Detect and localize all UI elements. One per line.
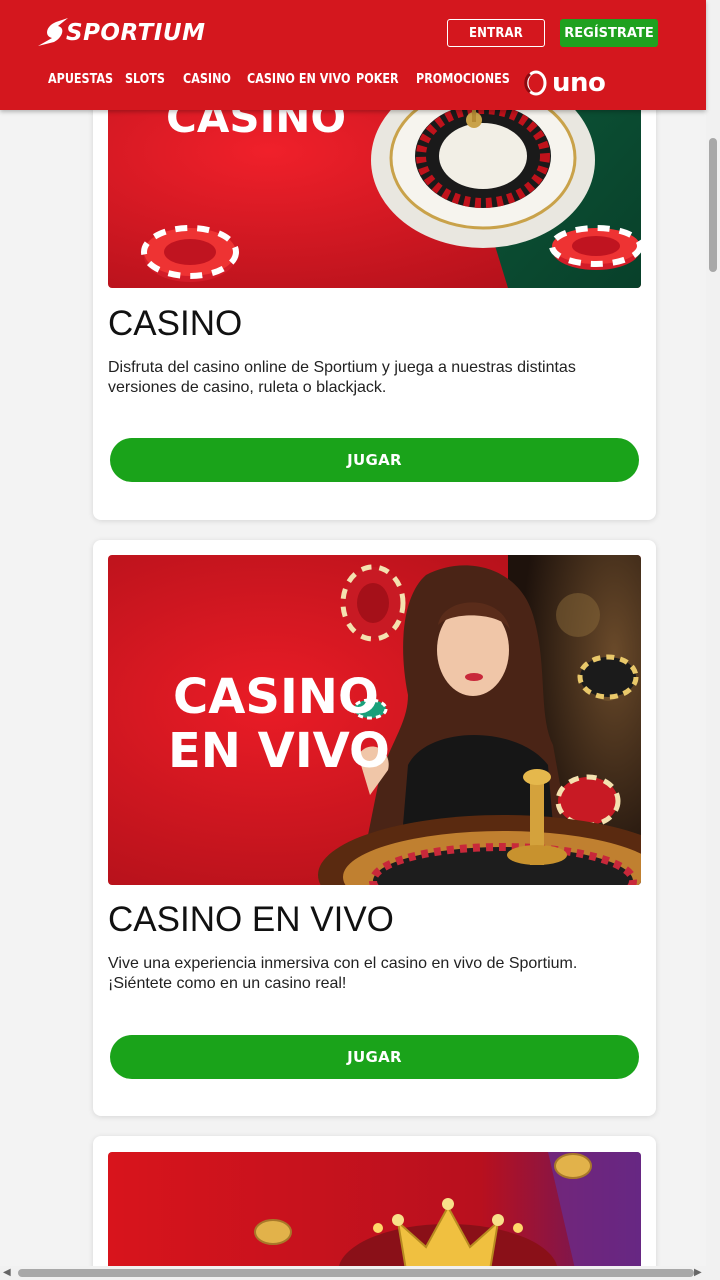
nav-item-promociones[interactable]: PROMOCIONES: [416, 72, 510, 87]
vertical-scrollbar-thumb[interactable]: [709, 138, 717, 272]
site-header: SPORTIUM ENTRAR REGÍSTRATE APUESTAS SLOT…: [0, 0, 706, 110]
logo-text: SPORTIUM: [66, 20, 206, 46]
nav-item-casino[interactable]: CASINO: [183, 72, 231, 87]
sportium-logo[interactable]: SPORTIUM: [36, 16, 205, 50]
login-button[interactable]: ENTRAR: [447, 19, 545, 47]
promo-card: [93, 1136, 656, 1280]
play-button[interactable]: JUGAR: [110, 1035, 639, 1079]
banner-text-line1: CASINO: [173, 669, 379, 725]
live-casino-banner-image: CASINO EN VIVO: [108, 555, 641, 885]
nav-item-casino-en-vivo[interactable]: CASINO EN VIVO: [247, 72, 350, 87]
horizontal-scrollbar-thumb[interactable]: [18, 1269, 694, 1277]
live-casino-card: CASINO EN VIVO CASINO EN VIVO Vive una e…: [93, 540, 656, 1116]
scroll-left-arrow-icon[interactable]: ◀: [3, 1268, 11, 1278]
uno-logo-text: uno: [552, 68, 606, 98]
nav-item-apuestas[interactable]: APUESTAS: [48, 72, 113, 87]
register-button[interactable]: REGÍSTRATE: [560, 19, 658, 47]
page: CASINO CASINO Disfruta del casino online…: [0, 0, 720, 1280]
banner-text-line2: EN VIVO: [168, 723, 390, 779]
card-description: Vive una experiencia inmersiva con el ca…: [108, 955, 578, 992]
live-casino-card-image[interactable]: CASINO EN VIVO: [108, 555, 641, 885]
promo-banner-image: [108, 1152, 641, 1280]
promo-card-image[interactable]: [108, 1152, 641, 1280]
card-description: Disfruta del casino online de Sportium y…: [108, 359, 576, 396]
play-button[interactable]: JUGAR: [110, 438, 639, 482]
nav-item-slots[interactable]: SLOTS: [125, 72, 165, 87]
casino-card: CASINO CASINO Disfruta del casino online…: [93, 60, 656, 520]
card-title: CASINO: [108, 304, 243, 343]
nav-item-poker[interactable]: POKER: [356, 72, 399, 87]
vertical-scrollbar[interactable]: [706, 0, 720, 1266]
sportium-logo-icon: [38, 18, 68, 46]
scroll-right-arrow-icon[interactable]: ▶: [694, 1268, 702, 1278]
uno-logo-icon: [524, 70, 547, 96]
card-title: CASINO EN VIVO: [108, 900, 394, 939]
uno-logo[interactable]: uno: [524, 68, 606, 98]
horizontal-scrollbar[interactable]: ◀ ▶: [0, 1266, 720, 1280]
